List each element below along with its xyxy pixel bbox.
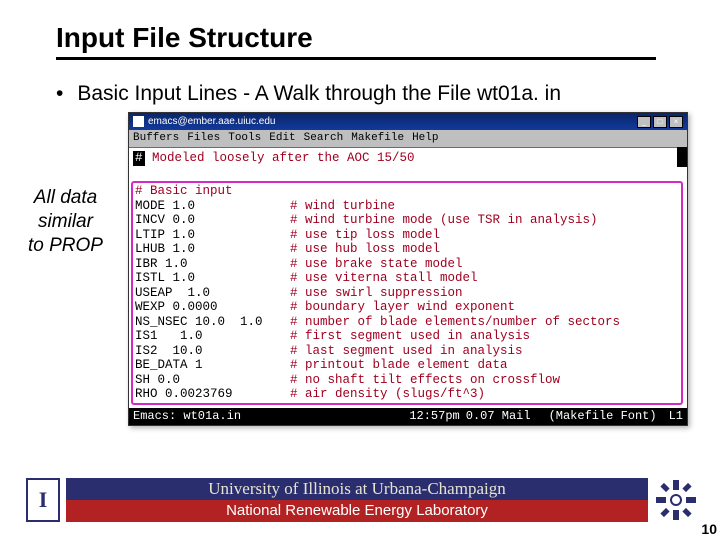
code-comment: # use tip loss model [290, 228, 440, 243]
code-line: ISTL 1.0# use viterna stall model [135, 271, 681, 286]
slide-bullet: • Basic Input Lines - A Walk through the… [0, 60, 720, 107]
footer-affil-2: National Renewable Energy Laboratory [66, 500, 648, 522]
terminal-titlebar: emacs@ember.aae.uiuc.edu _ □ × [129, 113, 687, 130]
code-comment: # boundary layer wind exponent [290, 300, 515, 315]
code-key: USEAP 1.0 [135, 286, 290, 301]
maximize-button[interactable]: □ [653, 116, 667, 128]
code-line: IS1 1.0# first segment used in analysis [135, 329, 681, 344]
status-mid: 0.07 Mail [466, 408, 531, 425]
annotation-line: All data [28, 186, 103, 210]
status-left: Emacs: wt01a.in [133, 408, 241, 425]
code-line: MODE 1.0# wind turbine [135, 199, 681, 214]
terminal-statusbar: Emacs: wt01a.in 12:57pm 0.07 Mail (Makef… [129, 408, 687, 425]
code-comment: # use viterna stall model [290, 271, 478, 286]
code-line: USEAP 1.0# use swirl suppression [135, 286, 681, 301]
code-line: LHUB 1.0# use hub loss model [135, 242, 681, 257]
code-comment: # last segment used in analysis [290, 344, 523, 359]
menu-item[interactable]: Makefile [351, 130, 404, 147]
side-annotation: All data similar to PROP [28, 186, 103, 257]
menu-item[interactable]: Search [304, 130, 344, 147]
code-comment: # use hub loss model [290, 242, 440, 257]
status-line: L1 [669, 408, 683, 425]
code-comment: # no shaft tilt effects on crossflow [290, 373, 560, 388]
status-time: 12:57pm [409, 408, 459, 425]
code-comment: # printout blade element data [290, 358, 508, 373]
annotation-line: to PROP [28, 234, 103, 258]
code-line: # Modeled loosely after the AOC 15/50 [133, 151, 683, 166]
code-comment: # number of blade elements/number of sec… [290, 315, 620, 330]
code-key: IS2 10.0 [135, 344, 290, 359]
menu-item[interactable]: Tools [228, 130, 261, 147]
code-key: BE_DATA 1 [135, 358, 290, 373]
terminal-window: emacs@ember.aae.uiuc.edu _ □ × Buffers F… [128, 112, 688, 426]
code-key: MODE 1.0 [135, 199, 290, 214]
close-button[interactable]: × [669, 116, 683, 128]
menu-item[interactable]: Files [187, 130, 220, 147]
code-comment: # use swirl suppression [290, 286, 463, 301]
code-comment: # air density (slugs/ft^3) [290, 387, 485, 402]
cursor-hash: # [133, 151, 145, 166]
minimize-button[interactable]: _ [637, 116, 651, 128]
code-line: BE_DATA 1# printout blade element data [135, 358, 681, 373]
code-line: IS2 10.0# last segment used in analysis [135, 344, 681, 359]
code-line: WEXP 0.0000# boundary layer wind exponen… [135, 300, 681, 315]
menu-item[interactable]: Help [412, 130, 438, 147]
code-key: NS_NSEC 10.0 1.0 [135, 315, 290, 330]
slide-footer: I University of Illinois at Urbana-Champ… [0, 478, 698, 522]
code-key: SH 0.0 [135, 373, 290, 388]
section-header-line: # Basic input [135, 184, 681, 199]
slide-title: Input File Structure [56, 22, 656, 60]
code-key: LHUB 1.0 [135, 242, 290, 257]
status-font: (Makefile Font) [549, 408, 657, 425]
code-key: IBR 1.0 [135, 257, 290, 272]
code-key: RHO 0.0023769 [135, 387, 290, 402]
page-number: 10 [701, 521, 717, 537]
code-comment: # use brake state model [290, 257, 463, 272]
code-key: ISTL 1.0 [135, 271, 290, 286]
app-icon [133, 116, 144, 127]
footer-affil-1: University of Illinois at Urbana-Champai… [66, 478, 648, 500]
terminal-title: emacs@ember.aae.uiuc.edu [148, 116, 275, 127]
annotation-line: similar [28, 210, 103, 234]
terminal-body: # Modeled loosely after the AOC 15/50 # … [129, 148, 687, 408]
nrel-logo-icon [654, 478, 698, 522]
code-line: INCV 0.0# wind turbine mode (use TSR in … [135, 213, 681, 228]
code-line: SH 0.0# no shaft tilt effects on crossfl… [135, 373, 681, 388]
code-line: NS_NSEC 10.0 1.0# number of blade elemen… [135, 315, 681, 330]
menu-item[interactable]: Edit [269, 130, 295, 147]
scrollbar-chunk [677, 147, 687, 167]
bullet-text: Basic Input Lines - A Walk through the F… [77, 80, 561, 107]
code-comment: # first segment used in analysis [290, 329, 530, 344]
code-key: INCV 0.0 [135, 213, 290, 228]
code-comment: Modeled loosely after the AOC 15/50 [145, 151, 415, 166]
code-comment: # Basic input [135, 184, 233, 199]
code-key: IS1 1.0 [135, 329, 290, 344]
code-comment: # wind turbine mode (use TSR in analysis… [290, 213, 598, 228]
code-line: RHO 0.0023769# air density (slugs/ft^3) [135, 387, 681, 402]
code-line: LTIP 1.0# use tip loss model [135, 228, 681, 243]
code-key: WEXP 0.0000 [135, 300, 290, 315]
uiuc-logo: I [26, 478, 60, 522]
terminal-menubar: Buffers Files Tools Edit Search Makefile… [129, 130, 687, 148]
bullet-dot: • [56, 80, 63, 107]
menu-item[interactable]: Buffers [133, 130, 179, 147]
code-line [133, 166, 683, 181]
code-key: LTIP 1.0 [135, 228, 290, 243]
code-comment: # wind turbine [290, 199, 395, 214]
highlight-box: # Basic input MODE 1.0# wind turbineINCV… [131, 181, 683, 405]
code-line: IBR 1.0# use brake state model [135, 257, 681, 272]
